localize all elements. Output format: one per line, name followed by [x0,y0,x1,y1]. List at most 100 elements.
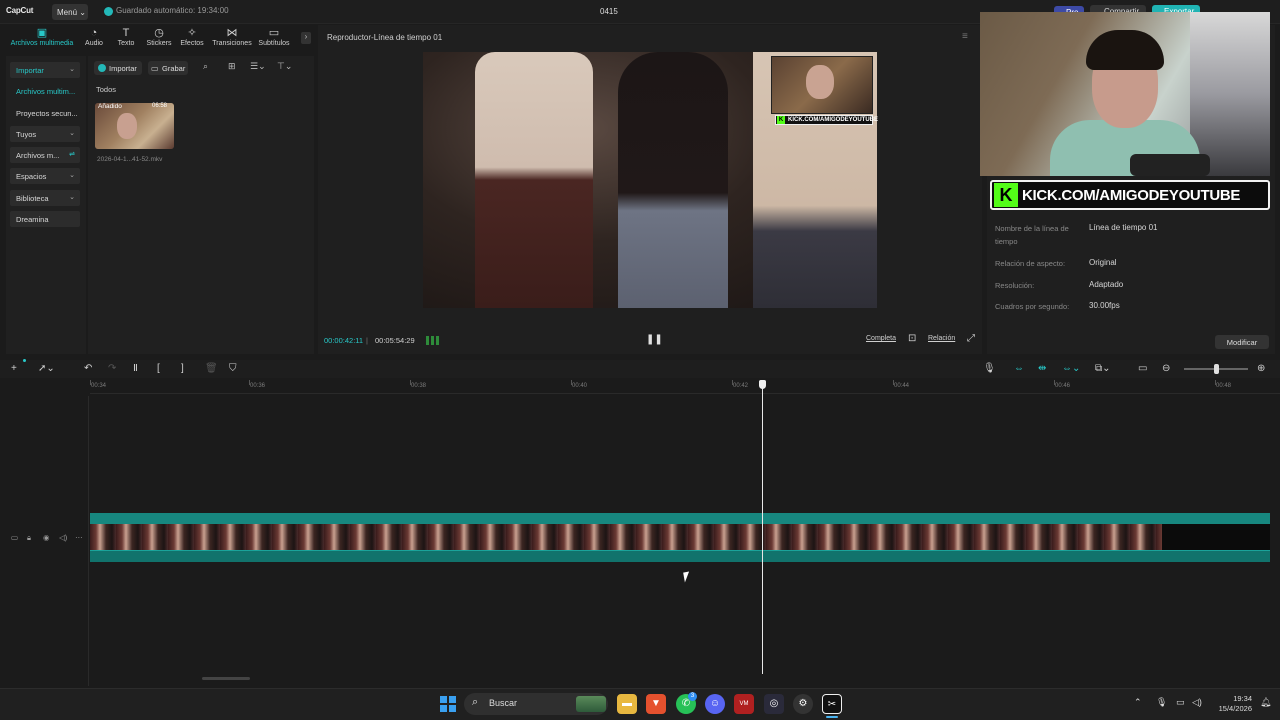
aspect-ratio-button[interactable]: Relación [928,335,955,342]
plus-icon [98,64,106,72]
autosave-status: Guardado automático: 19:34:00 [116,6,229,15]
horizontal-scrollbar[interactable] [202,677,250,680]
sidebar-item-secondary-projects[interactable]: Proyectos secun... [10,105,80,121]
sidebar-item-spaces[interactable]: Espacios ⌄ [10,168,80,184]
linkage-icon[interactable]: ⇔⌄ [1062,363,1080,374]
capcut-window: CapCut Menú ⌄ Guardado automático: 19:34… [0,0,1280,720]
add-track-icon[interactable]: + [11,363,17,374]
filter-icon[interactable]: ⊤⌄ [277,61,292,72]
sidebar-item-import[interactable]: Importar ⌄ [10,62,80,78]
sticker-icon: ◷ [154,27,164,39]
tab-text[interactable]: T Texto [114,28,138,50]
audio-meter-icon [426,336,440,345]
cover-icon[interactable]: ▭ [11,533,18,542]
video-clip-black-segment[interactable] [1162,524,1270,550]
media-icon: ▣ [36,27,48,39]
tray-network-icon[interactable]: ▭ [1176,697,1185,708]
taskbar-clock[interactable]: 19:34 15/4/2026 [1212,694,1252,714]
player-title: Reproductor-Línea de tiempo 01 [327,33,443,42]
playhead[interactable] [762,384,763,674]
obs-icon[interactable]: ◎ [764,694,784,714]
notification-bell-icon[interactable]: 🔔︎ [1260,697,1271,708]
lock-icon[interactable]: 🔒︎ [27,533,31,543]
preview-axis-icon[interactable]: ⧉⌄ [1095,363,1111,374]
brave-browser-icon[interactable]: ▼ [646,694,666,714]
current-time: 00:00:42:11 [324,336,364,345]
speaker-icon[interactable]: ◁) [59,533,67,542]
audio-icon: ◔ [90,27,98,39]
sidebar-item-label: Tuyos [16,130,37,139]
trim-right-icon[interactable]: ] [181,363,184,374]
pause-button[interactable]: ❚❚ [646,334,663,345]
tab-subtitles[interactable]: ▭ Subtítulos [256,28,292,50]
sort-icon[interactable]: ☰⌄ [250,61,266,72]
time-separator: | [366,336,368,345]
app-logo: CapCut [6,6,34,15]
search-icon[interactable]: ⌕ [203,61,208,72]
sidebar-item-library[interactable]: Biblioteca ⌄ [10,190,80,206]
tab-effects[interactable]: ✧ Efectos [178,28,206,50]
modify-button[interactable]: Modificar [1215,335,1269,349]
subtitles-icon: ▭ [268,27,280,39]
tray-volume-icon[interactable]: ◁) [1192,697,1202,708]
grid-view-icon[interactable]: ⊞ [228,61,236,72]
thumbnail-duration: 06:58 [152,103,168,109]
thumbnail-face [117,113,137,139]
sidebar-item-dreamina[interactable]: Dreamina [10,211,80,227]
tab-media[interactable]: ▣ Archivos multimedia [6,28,78,50]
tab-transitions[interactable]: ⋈ Transiciones [210,28,254,50]
full-quality-button[interactable]: Completa [866,335,896,342]
video-clip-header[interactable] [90,513,1270,524]
file-explorer-icon[interactable]: ▬ [617,694,637,714]
sidebar-item-media[interactable]: Archivos multim... [10,83,80,99]
video-clip-frames[interactable] [90,524,1162,550]
cloud-sync-icon: ⇌ [69,151,75,158]
windows-start-icon[interactable] [440,696,456,712]
webcam-face [806,65,834,99]
sidebar-item-yours[interactable]: Tuyos ⌄ [10,126,80,142]
marker-icon[interactable]: ⛉ [229,363,237,374]
tab-audio-label: Audio [85,40,103,47]
trim-left-icon[interactable]: [ [157,363,160,374]
snapshot-icon[interactable]: ⊡ [908,333,916,344]
hamburger-menu-icon[interactable]: ≡ [962,31,968,42]
tab-stickers[interactable]: ◷ Stickers [144,28,174,50]
playhead-handle[interactable] [759,380,766,389]
microphone-icon[interactable]: 🎙 [983,363,996,374]
voicemeeter-icon[interactable]: VM [734,694,754,714]
split-icon[interactable]: Ⅱ [133,363,138,374]
timeline-ruler[interactable] [90,380,1280,394]
caption-icon[interactable]: ▭ [1138,363,1147,374]
zoom-out-icon[interactable]: ⊖ [1162,363,1170,374]
tray-chevron-up-icon[interactable]: ⌃ [1134,697,1142,708]
chevron-down-icon: ⌄ [69,194,75,201]
fullscreen-icon[interactable]: ⤢ [967,333,975,344]
select-tool-icon[interactable]: ➚⌄ [38,363,55,374]
steam-icon[interactable]: ⚙ [793,694,813,714]
link-main-track-icon[interactable]: ⇔ [1014,363,1024,374]
detail-label-timeline-name: Nombre de la línea de tiempo [995,224,1069,246]
timeline-toolbar [0,360,1280,378]
audio-waveform[interactable] [90,550,1270,562]
menu-button[interactable]: Menú ⌄ [52,4,88,20]
tab-media-label: Archivos multimedia [10,40,74,47]
eye-icon[interactable]: ◉ [43,533,50,542]
tab-audio[interactable]: ◔ Audio [82,28,106,50]
tab-text-label: Texto [117,40,135,47]
sidebar-item-label: Espacios [16,172,47,181]
project-title: 0415 [600,7,618,16]
filter-all-label: Todos [96,85,117,94]
zoom-slider-handle[interactable] [1214,364,1219,374]
effects-icon: ✧ [187,27,197,39]
capcut-taskbar-icon[interactable]: ✂ [822,694,842,714]
discord-icon[interactable]: ☺ [705,694,725,714]
zoom-in-icon[interactable]: ⊕ [1257,363,1265,374]
more-options-icon[interactable]: ⋯ [75,533,83,542]
snap-icon[interactable]: ⇹ [1038,363,1046,374]
sidebar-item-files[interactable]: Archivos m... ⇌ [10,147,80,163]
landscape-widget-icon[interactable] [576,696,606,712]
tabs-more-chevron-icon[interactable]: › [301,32,311,44]
chevron-down-icon: ⌄ [69,66,75,73]
undo-icon[interactable]: ↶ [84,363,92,374]
tray-microphone-icon[interactable]: 🎙 [1156,697,1167,708]
